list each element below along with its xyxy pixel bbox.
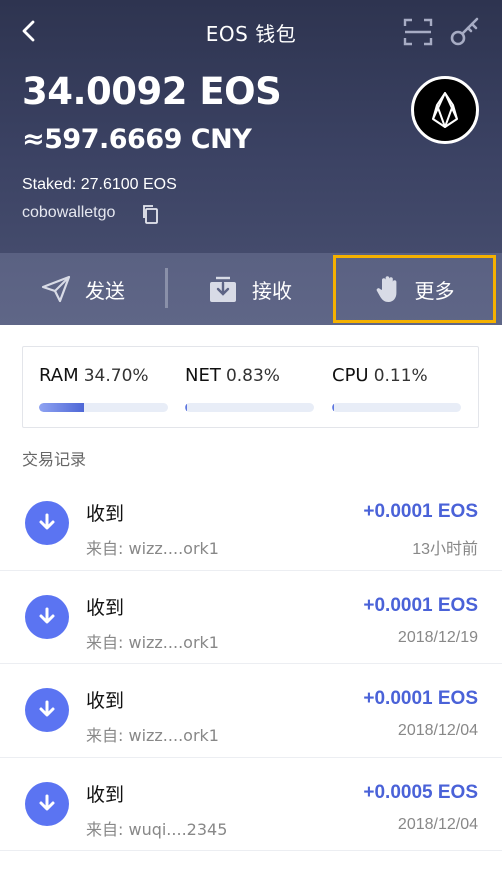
- transaction-from: 来自: wizz....ork1: [86, 726, 219, 745]
- resource-cpu: CPU 0.11%: [332, 365, 464, 412]
- resource-bar: [332, 403, 461, 412]
- key-icon: [450, 17, 479, 46]
- transaction-from: 来自: wizz....ork1: [86, 539, 219, 558]
- resource-bar: [185, 403, 314, 412]
- key-button[interactable]: [448, 14, 482, 48]
- resource-name: RAM: [39, 365, 79, 386]
- receive-label: 接收: [252, 278, 292, 303]
- main-content: RAM 34.70% NET 0.83% CPU 0.11% 交易记录 收到 来…: [0, 325, 502, 872]
- scan-icon: [403, 18, 433, 46]
- resource-bar: [39, 403, 168, 412]
- resource-name: CPU: [332, 365, 369, 386]
- account-name: cobowalletgo: [22, 204, 116, 221]
- scan-button[interactable]: [402, 16, 434, 48]
- fiat-balance: ≈597.6669 CNY: [22, 124, 252, 155]
- resource-value: 0.11%: [373, 366, 428, 386]
- transaction-from: 来自: wizz....ork1: [86, 632, 219, 652]
- transaction-title: 收到: [86, 690, 125, 712]
- resource-value: 34.70%: [83, 366, 149, 386]
- inbox-download-icon: [210, 276, 236, 302]
- transaction-amount: +0.0001 EOS: [363, 501, 478, 522]
- transaction-list: 收到 来自: wizz....ork1 +0.0001 EOS 13小时前 收到…: [0, 477, 502, 851]
- resource-value: 0.83%: [225, 366, 280, 386]
- receive-arrow-icon: [25, 781, 69, 826]
- transaction-from: 来自: wuqi....2345: [86, 819, 228, 839]
- action-bar: 发送 接收 更多: [0, 253, 502, 325]
- resource-bar-fill: [332, 403, 334, 412]
- transaction-amount: +0.0001 EOS: [363, 688, 478, 709]
- resource-name: NET: [185, 365, 221, 386]
- receive-button[interactable]: 接收: [168, 253, 332, 325]
- transaction-row[interactable]: 收到 来自: wuqi....2345 +0.0005 EOS 2018/12/…: [0, 758, 502, 851]
- receive-arrow-icon: [25, 594, 69, 639]
- staked-amount: Staked: 27.6100 EOS: [22, 176, 177, 193]
- transaction-title: 收到: [86, 503, 125, 525]
- resource-bar-fill: [185, 403, 187, 412]
- transaction-row[interactable]: 收到 来自: wizz....ork1 +0.0001 EOS 13小时前: [0, 477, 502, 571]
- transaction-time: 2018/12/04: [397, 722, 478, 739]
- transaction-amount: +0.0005 EOS: [363, 781, 478, 803]
- eos-logo-icon: [432, 92, 458, 128]
- transactions-title: 交易记录: [22, 450, 87, 469]
- transaction-title: 收到: [86, 783, 125, 806]
- receive-arrow-icon: [25, 501, 69, 545]
- transaction-row[interactable]: 收到 来自: wizz....ork1 +0.0001 EOS 2018/12/…: [0, 664, 502, 758]
- nav-bar: EOS 钱包: [0, 0, 502, 64]
- copy-button[interactable]: [140, 203, 162, 225]
- transaction-title: 收到: [86, 596, 125, 619]
- send-label: 发送: [85, 278, 125, 303]
- resource-panel[interactable]: RAM 34.70% NET 0.83% CPU 0.11%: [22, 346, 479, 428]
- transaction-row[interactable]: 收到 来自: wizz....ork1 +0.0001 EOS 2018/12/…: [0, 571, 502, 664]
- paper-plane-icon: [41, 275, 71, 303]
- transaction-time: 13小时前: [412, 541, 478, 558]
- more-button[interactable]: 更多: [333, 255, 496, 323]
- transaction-amount: +0.0001 EOS: [363, 594, 478, 616]
- resource-bar-fill: [39, 403, 84, 412]
- resource-ram: RAM 34.70%: [39, 365, 171, 412]
- hand-icon: [376, 276, 396, 302]
- resource-net: NET 0.83%: [185, 365, 317, 412]
- receive-arrow-icon: [25, 688, 69, 732]
- send-button[interactable]: 发送: [0, 253, 166, 325]
- transaction-time: 2018/12/04: [397, 815, 478, 833]
- balance-amount: 34.0092 EOS: [22, 70, 282, 113]
- more-label: 更多: [414, 278, 455, 303]
- transaction-time: 2018/12/19: [397, 628, 478, 646]
- copy-icon: [143, 205, 158, 224]
- eos-logo: [411, 76, 479, 144]
- wallet-header: EOS 钱包 34.0092 EOS ≈597.6669 CNY Staked:…: [0, 0, 502, 253]
